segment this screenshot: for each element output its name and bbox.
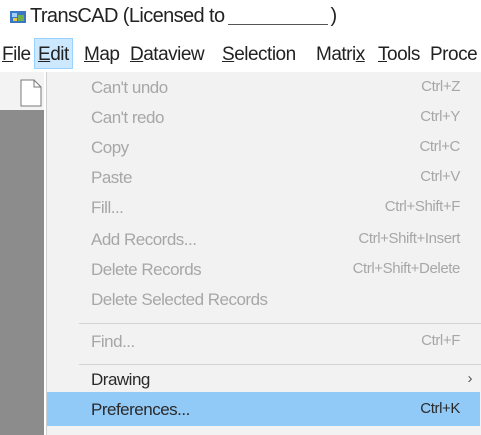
menu-item-label: Can't redo [91,108,164,127]
menu-item-label: Paste [91,168,132,187]
window-title-prefix: TransCAD (Licensed to [30,5,225,27]
menu-item-shortcut: Ctrl+F [421,332,460,349]
menu-separator [79,364,481,365]
window-title: TransCAD (Licensed to) [30,5,337,28]
menu-tools[interactable]: Tools [378,44,420,66]
menu-item-label: Drawing [91,370,150,389]
menu-item-shortcut: Ctrl+Z [421,78,460,95]
menu-item-shortcut: Ctrl+Shift+Insert [358,230,460,247]
menu-item-label: Fill... [91,198,124,217]
menu-item-label: Delete Selected Records [91,290,268,309]
menu-item-shortcut: Ctrl+Shift+Delete [352,260,461,277]
menu-item-label: Can't undo [91,78,168,97]
menu-item-add-records[interactable]: Add Records... Ctrl+Shift+Insert [47,230,481,256]
menu-item-label: Delete Records [91,260,202,279]
menu-item-label: Preferences... [91,400,190,419]
menu-edit[interactable]: Edit [34,38,73,69]
document-icon [20,79,42,107]
menu-item-shortcut: Ctrl+Shift+F [384,198,461,215]
menu-item-shortcut: Ctrl+C [419,138,460,155]
menu-item-label: Add Records... [91,230,197,249]
menu-item-paste[interactable]: Paste Ctrl+V [47,168,481,194]
submenu-arrow-icon: › [467,370,473,387]
menu-procedures[interactable]: Proce [430,44,478,66]
menu-item-copy[interactable]: Copy Ctrl+C [47,138,481,164]
menu-item-label: Find... [91,332,135,351]
menu-item-preferences[interactable]: Preferences... Ctrl+K [47,400,481,426]
menu-item-find[interactable]: Find... Ctrl+F [47,332,481,358]
menu-matrix[interactable]: Matrix [316,44,365,66]
menu-item-undo[interactable]: Can't undo Ctrl+Z [47,78,481,104]
licensee-blank [227,6,328,25]
menu-separator [79,323,481,324]
window-title-suffix: ) [330,5,338,27]
menu-item-delete-selected-records[interactable]: Delete Selected Records [47,290,481,316]
menu-item-redo[interactable]: Can't redo Ctrl+Y [47,108,481,134]
workspace-background [0,110,44,435]
title-bar: TransCAD (Licensed to) [0,0,481,36]
menu-item-label: Copy [91,138,129,157]
edit-menu-dropdown: Can't undo Ctrl+Z Can't redo Ctrl+Y Copy… [46,72,481,435]
menu-item-delete-records[interactable]: Delete Records Ctrl+Shift+Delete [47,260,481,286]
menu-item-shortcut: Ctrl+V [420,168,460,185]
menu-item-fill[interactable]: Fill... Ctrl+Shift+F [47,198,481,224]
menu-dataview[interactable]: Dataview [130,44,205,66]
menu-selection[interactable]: Selection [222,44,296,66]
transcad-app-icon [10,11,26,23]
menu-file[interactable]: File [2,44,31,66]
menu-item-shortcut: Ctrl+K [420,400,460,417]
menu-bar: File Edit Map Dataview Selection Matrix … [0,38,481,70]
menu-map[interactable]: Map [84,44,120,66]
menu-item-shortcut: Ctrl+Y [420,108,460,125]
